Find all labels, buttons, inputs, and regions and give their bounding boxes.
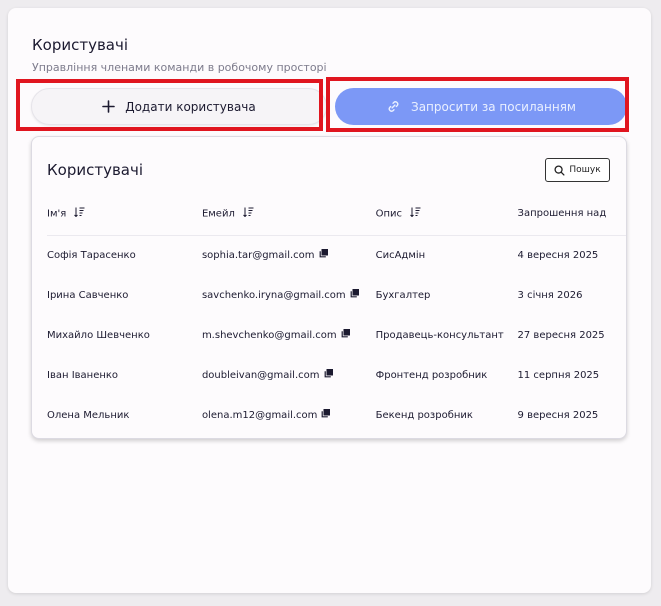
users-table: Ім'я Емейл Опис Запрошення над Софія Тар… [47, 193, 626, 435]
cell-description: Фронтенд розробник [375, 369, 488, 381]
cell-invited: 4 вересня 2025 [517, 249, 599, 261]
email-text: m.shevchenko@gmail.com [201, 330, 337, 341]
cell-name: Олена Мельник [47, 409, 130, 421]
cell-description: Бухгалтер [375, 289, 431, 301]
column-header-label: Опис [375, 208, 403, 220]
cell-email: olena.m12@gmail.com [202, 395, 376, 435]
email-text: olena.m12@gmail.com [201, 410, 318, 421]
users-card: Користувачі Пошук Ім'я Емейл Опис Запрош… [31, 136, 627, 439]
email-text: sophia.tar@gmail.com [201, 250, 315, 262]
cell-email: m.shevchenko@gmail.com [202, 315, 376, 355]
sort-icon[interactable] [410, 207, 421, 220]
column-header-email[interactable]: Емейл [201, 193, 376, 236]
page-subtitle: Управління членами команди в робочому пр… [32, 61, 327, 74]
annotation-box-1 [16, 79, 323, 131]
column-header-name[interactable]: Ім'я [47, 193, 202, 236]
search-label: Пошук [569, 165, 601, 175]
column-header-label: Ім'я [47, 208, 67, 220]
cell-invited: 11 серпня 2025 [517, 369, 600, 381]
card-title: Користувачі [47, 161, 144, 179]
copy-icon[interactable] [321, 409, 331, 421]
users-page: Користувачі Управління членами команди в… [8, 8, 651, 593]
cell-description: Бекенд розробник [375, 409, 473, 421]
table-row[interactable]: Софія Тарасенко sophia.tar@gmail.com Сис… [47, 235, 626, 275]
cell-description: СисАдмін [375, 249, 426, 261]
column-header-invited[interactable]: Запрошення над [517, 193, 626, 236]
sort-icon[interactable] [74, 207, 85, 220]
cell-invited: 27 вересня 2025 [517, 329, 605, 341]
column-header-label: Запрошення над [517, 208, 607, 220]
email-text: doubleivan@gmail.com [201, 370, 320, 381]
cell-email: savchenko.iryna@gmail.com [202, 275, 376, 315]
copy-icon[interactable] [341, 329, 350, 341]
cell-name: Софія Тарасенко [47, 249, 136, 261]
column-header-label: Емейл [201, 208, 235, 220]
email-text: savchenko.iryna@gmail.com [201, 290, 346, 301]
copy-icon[interactable] [319, 249, 328, 261]
copy-icon[interactable] [324, 369, 333, 381]
search-icon [554, 164, 565, 176]
cell-invited: 3 січня 2026 [517, 289, 583, 301]
cell-name: Іван Іваненко [47, 369, 119, 381]
sort-icon[interactable] [243, 207, 254, 220]
table-row[interactable]: Ірина Савченко savchenko.iryna@gmail.com… [47, 275, 626, 315]
copy-icon[interactable] [350, 289, 359, 301]
search-button[interactable]: Пошук [545, 158, 610, 182]
column-header-description[interactable]: Опис [375, 193, 518, 236]
table-row[interactable]: Михайло Шевченко m.shevchenko@gmail.com … [47, 315, 626, 355]
cell-email: doubleivan@gmail.com [202, 355, 376, 395]
table-header-row: Ім'я Емейл Опис Запрошення над [47, 193, 626, 236]
table-row[interactable]: Іван Іваненко doubleivan@gmail.com Фронт… [47, 355, 626, 395]
cell-email: sophia.tar@gmail.com [202, 235, 376, 275]
cell-description: Продавець-консультант [375, 329, 504, 341]
annotation-box-2 [326, 77, 629, 132]
page-title: Користувачі [32, 36, 129, 54]
cell-invited: 9 вересня 2025 [517, 409, 599, 421]
table-row[interactable]: Олена Мельник olena.m12@gmail.com Бекенд… [47, 395, 626, 435]
cell-name: Ірина Савченко [47, 289, 129, 301]
cell-name: Михайло Шевченко [47, 329, 150, 341]
